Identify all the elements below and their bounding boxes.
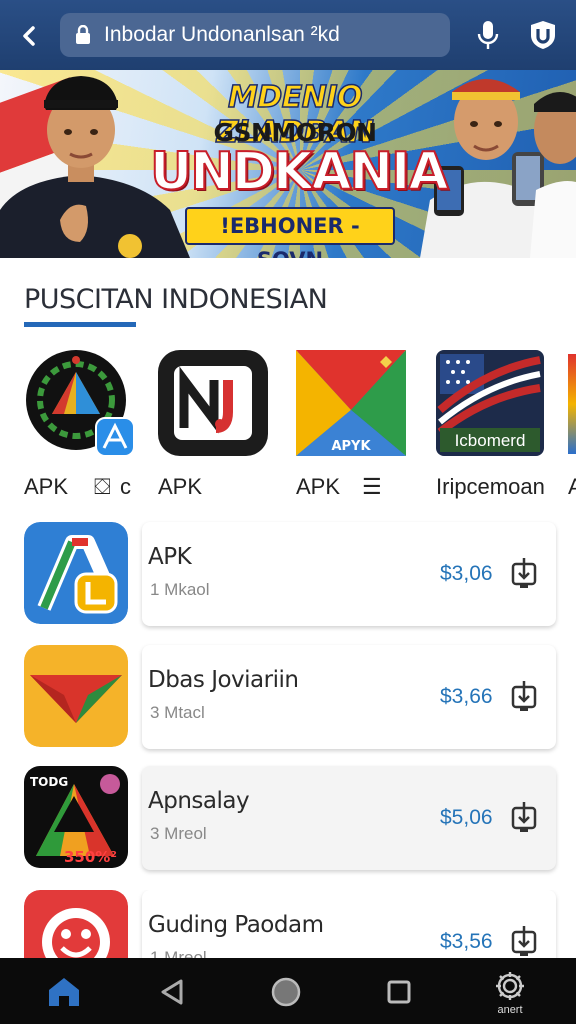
list-item-price: $3,56 bbox=[440, 930, 493, 953]
shield-icon bbox=[531, 21, 555, 49]
featured-app[interactable]: APYK APK ☰ bbox=[296, 350, 416, 500]
settings-nav-button[interactable] bbox=[488, 964, 532, 1008]
list-item[interactable]: TODG 350%² Apnsalay 3 Mreol $5,06 bbox=[0, 766, 576, 874]
home-nav-button[interactable] bbox=[42, 970, 86, 1014]
mic-button[interactable] bbox=[472, 18, 504, 52]
section-title: PUSCITAN INDONESIAN bbox=[24, 284, 328, 315]
triangle-icon-badge-text: 350%² bbox=[64, 848, 117, 866]
banner-headline-3: UNDKANIA bbox=[149, 141, 450, 203]
nj-logo-icon bbox=[158, 350, 268, 456]
circle-home-icon bbox=[271, 977, 301, 1007]
triangle-icon: TODG 350%² bbox=[24, 766, 128, 868]
featured-app-partial[interactable]: A bbox=[568, 350, 576, 500]
banner-ribbon: !EBHONER - SOVN bbox=[185, 207, 395, 258]
featured-app-label: APK bbox=[296, 474, 341, 499]
list-item[interactable]: Guding Paodam 1 Mreol $3,56 bbox=[0, 890, 576, 958]
system-nav-bar bbox=[0, 958, 576, 1024]
list-item[interactable]: APK 1 Mkaol $3,06 bbox=[0, 522, 576, 630]
settings-nav-label: anert bbox=[497, 1004, 523, 1016]
featured-app-label: A bbox=[568, 474, 576, 499]
lock-icon bbox=[74, 24, 96, 46]
list-item[interactable]: Dbas Joviariin 3 Mtacl $3,66 bbox=[0, 645, 576, 753]
home-circle-button[interactable] bbox=[264, 970, 308, 1014]
featured-app[interactable]: APK bbox=[158, 350, 278, 500]
download-icon[interactable] bbox=[510, 926, 538, 956]
list-item-subtitle: 3 Mreol bbox=[150, 824, 207, 843]
featured-app-label: APK bbox=[158, 474, 203, 499]
download-icon[interactable] bbox=[510, 681, 538, 711]
list-item-price: $3,06 bbox=[440, 562, 493, 585]
featured-app[interactable]: APK ⛋ c bbox=[24, 350, 144, 500]
promo-banner[interactable]: MDENIO ZLADBAN GSNMORON UNDKANIA !EBHONE… bbox=[0, 70, 576, 258]
list-item-subtitle: 1 Mkaol bbox=[150, 580, 210, 599]
back-triangle-icon bbox=[161, 979, 183, 1005]
chevron-left-icon bbox=[23, 26, 35, 46]
featured-app-label: Iripcemoan bbox=[436, 474, 545, 499]
list-item-subtitle: 3 Mtacl bbox=[150, 703, 205, 722]
apyk-envelope-icon: APYK bbox=[296, 350, 406, 456]
a-logo-icon bbox=[24, 522, 128, 624]
list-item-price: $5,06 bbox=[440, 806, 493, 829]
smile-icon bbox=[24, 890, 128, 958]
section-underline bbox=[24, 322, 136, 327]
featured-app-label: APK bbox=[24, 474, 69, 499]
gear-icon bbox=[496, 972, 524, 1000]
featured-app-badge-text: c bbox=[120, 474, 131, 499]
browser-top-bar: Inbodar Undonanlsan ²kd bbox=[0, 0, 576, 70]
download-icon[interactable] bbox=[510, 802, 538, 832]
cube-icon: ⛋ bbox=[94, 474, 111, 499]
address-bar[interactable]: Inbodar Undonanlsan ²kd bbox=[60, 13, 450, 57]
square-recents-icon bbox=[387, 980, 411, 1004]
back-nav-button[interactable] bbox=[150, 970, 194, 1014]
flag-store-icon-text: Icbomerd bbox=[455, 431, 526, 450]
menu-icon: ☰ bbox=[362, 474, 382, 499]
list-item-name: Dbas Joviariin bbox=[148, 667, 299, 693]
flag-store-icon: Icbomerd bbox=[436, 350, 544, 456]
featured-apps-row: APK ⛋ c APK APYK APK ☰ Icbomerd Iripcemo… bbox=[0, 350, 576, 510]
download-icon[interactable] bbox=[510, 558, 538, 588]
list-item-subtitle: 1 Mreol bbox=[150, 948, 207, 958]
home-icon bbox=[49, 978, 79, 1006]
featured-app[interactable]: Icbomerd Iripcemoan bbox=[436, 350, 556, 500]
list-item-name: Apnsalay bbox=[148, 788, 250, 814]
url-text: Inbodar Undonanlsan ²kd bbox=[104, 23, 340, 46]
list-item-name: APK bbox=[148, 544, 192, 570]
partial-icon bbox=[568, 354, 576, 454]
apyk-icon-text: APYK bbox=[331, 439, 371, 454]
list-item-name: Guding Paodam bbox=[148, 912, 324, 938]
apk-globe-icon bbox=[26, 350, 134, 457]
microphone-icon bbox=[477, 21, 499, 49]
list-item-price: $3,66 bbox=[440, 685, 493, 708]
shield-button[interactable] bbox=[526, 18, 560, 52]
back-button[interactable] bbox=[14, 20, 46, 52]
envelope-icon bbox=[24, 645, 128, 747]
triangle-icon-top-text: TODG bbox=[30, 775, 68, 789]
recents-nav-button[interactable] bbox=[377, 970, 421, 1014]
